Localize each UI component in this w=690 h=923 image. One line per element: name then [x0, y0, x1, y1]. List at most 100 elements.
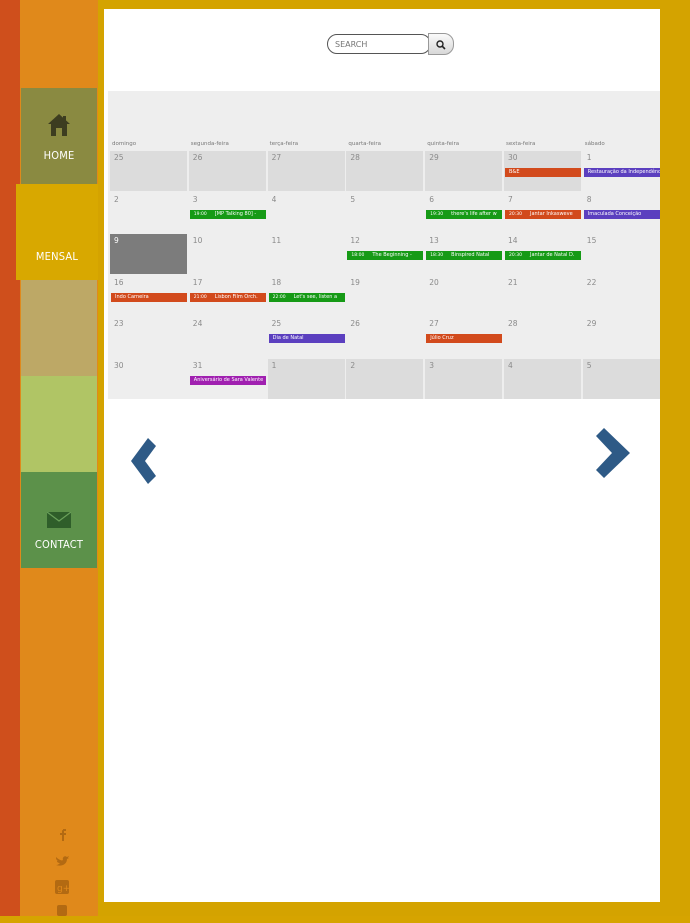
calendar-event[interactable]: Imaculada Conceição	[583, 209, 660, 219]
calendar-day[interactable]: 26	[188, 151, 266, 191]
calendar-event[interactable]: 21:00 Lisbon Film Orch.	[189, 292, 266, 302]
event-title: Júlio Cruz	[430, 335, 454, 341]
arrow-right-icon	[594, 428, 632, 482]
calendar-day[interactable]: 5	[582, 358, 660, 399]
event-time: 18:00	[351, 253, 365, 258]
day-number: 9	[114, 236, 119, 245]
calendar-event[interactable]: Indo Carneira	[111, 292, 187, 302]
calendar-event[interactable]: 20:30 Jantar de Natal D.	[505, 251, 581, 260]
event-time: 19:00	[193, 211, 207, 217]
calendar-event[interactable]: Restauração da Independência	[583, 168, 660, 177]
calendar-day[interactable]: 1	[267, 358, 345, 399]
calendar-day[interactable]: 2	[346, 358, 424, 399]
calendar-event[interactable]: 22:00 Let's see, listen a	[268, 292, 345, 302]
calendar-day[interactable]: 21	[504, 275, 581, 316]
calendar-day[interactable]: 14 20:30 Jantar de Natal D.	[504, 234, 581, 274]
day-number: 13	[429, 236, 439, 245]
day-number: 29	[429, 153, 439, 162]
prev-month-button[interactable]	[128, 438, 166, 488]
weekday-label: segunda-feira	[190, 141, 229, 147]
nav-contact[interactable]: CONTACT	[21, 472, 97, 568]
nav-mensal[interactable]: MENSAL	[16, 184, 98, 280]
event-title: Binspired Natal	[451, 252, 490, 258]
nav-tile-empty[interactable]	[21, 280, 97, 376]
calendar-day[interactable]: 24	[188, 317, 266, 357]
google-plus-icon[interactable]: g+	[54, 879, 70, 895]
weekday-label: quarta-feira	[348, 141, 381, 147]
calendar-day[interactable]: 10	[188, 234, 266, 274]
calendar-event[interactable]: Dia de Natal	[268, 334, 345, 343]
calendar-day[interactable]: 25	[110, 151, 187, 191]
calendar-day[interactable]: 3	[425, 358, 503, 399]
calendar-event[interactable]: 18:30 Binspired Natal	[426, 251, 503, 260]
weekday-label: sábado	[584, 141, 605, 147]
calendar-day[interactable]: 27 Júlio Cruz	[425, 317, 503, 357]
event-time: 19:30	[430, 211, 444, 217]
calendar-event[interactable]: 18:00 The Beginning -	[347, 251, 424, 260]
calendar-day-today[interactable]: 9	[110, 234, 187, 274]
calendar-day[interactable]: 17 21:00 Lisbon Film Orch.	[188, 275, 266, 316]
facebook-icon[interactable]	[54, 826, 70, 842]
calendar-day[interactable]: 25 Dia de Natal	[267, 317, 345, 357]
day-number: 22	[586, 277, 597, 287]
calendar-day[interactable]: 4	[504, 358, 581, 399]
search-button[interactable]	[428, 33, 454, 55]
search-input[interactable]	[327, 34, 431, 54]
calendar-day[interactable]: 23	[110, 317, 187, 357]
content-panel: domingo segunda-feira terça-feira quarta-fe…	[104, 9, 660, 902]
calendar-event[interactable]: Júlio Cruz	[426, 334, 503, 343]
calendar-day[interactable]: 22	[582, 275, 660, 316]
day-number: 30	[114, 360, 124, 370]
calendar-event[interactable]: B&E	[505, 168, 581, 177]
twitter-icon[interactable]	[54, 853, 70, 869]
calendar-day[interactable]: 5	[346, 192, 424, 233]
event-title: Jantar Inkasweve	[529, 210, 573, 217]
search-bar	[327, 33, 454, 55]
event-title: Let's see, listen a	[293, 293, 338, 300]
calendar-day[interactable]: 30 B&E	[504, 151, 581, 191]
nav-mensal-label: MENSAL	[35, 249, 79, 263]
calendar-day[interactable]: 7 20:30 Jantar Inkasweve	[504, 192, 581, 233]
calendar-day[interactable]: 31 Aniversário de Sara Valente	[188, 358, 266, 399]
day-number: 5	[586, 360, 592, 370]
calendar-day[interactable]: 27	[267, 151, 345, 191]
event-title: Restauração da Independência	[587, 169, 660, 175]
calendar-event[interactable]: 20:30 Jantar Inkasweve	[505, 209, 581, 219]
next-month-button[interactable]	[594, 428, 632, 482]
nav-tile-empty[interactable]	[21, 376, 97, 472]
calendar-day[interactable]: 6 19:30 there's life after w	[425, 192, 503, 233]
event-title: Dia de Natal	[272, 335, 304, 341]
event-title: Imaculada Conceição	[587, 210, 642, 217]
calendar-day[interactable]: 1 Restauração da Independência	[582, 151, 660, 191]
calendar-day[interactable]: 26	[346, 317, 424, 357]
day-number: 18	[271, 277, 282, 287]
calendar-day[interactable]: 12 18:00 The Beginning -	[346, 234, 424, 274]
home-icon	[45, 111, 73, 143]
calendar-day[interactable]: 18 22:00 Let's see, listen a	[267, 275, 345, 316]
calendar-day[interactable]: 30	[110, 358, 187, 399]
nav-home[interactable]: HOME	[21, 88, 97, 184]
calendar-event[interactable]: 19:00 [MP Talking 80] -	[189, 209, 266, 219]
calendar-day[interactable]: 16 Indo Carneira	[110, 275, 187, 316]
weekday-label: terça-feira	[269, 141, 299, 147]
calendar-day[interactable]: 3 19:00 [MP Talking 80] -	[188, 192, 266, 233]
calendar-day[interactable]: 4	[267, 192, 345, 233]
calendar-day[interactable]: 29	[425, 151, 503, 191]
day-number: 23	[114, 319, 124, 328]
calendar-event[interactable]: 19:30 there's life after w	[426, 209, 503, 219]
day-number: 16	[114, 277, 124, 287]
calendar-day[interactable]: 28	[504, 317, 581, 357]
calendar-day[interactable]: 15	[582, 234, 660, 274]
day-number: 24	[192, 319, 203, 328]
calendar-day[interactable]: 11	[267, 234, 345, 274]
calendar-day[interactable]: 13 18:30 Binspired Natal	[425, 234, 503, 274]
calendar-event[interactable]: Aniversário de Sara Valente	[189, 375, 266, 385]
youtube-icon[interactable]	[54, 903, 70, 919]
calendar-day[interactable]: 2	[110, 192, 187, 233]
calendar-day[interactable]: 29	[582, 317, 660, 357]
event-title: Lisbon Film Orch.	[214, 293, 258, 300]
calendar-day[interactable]: 8 Imaculada Conceição	[582, 192, 660, 233]
calendar-day[interactable]: 20	[425, 275, 503, 316]
calendar-day[interactable]: 19	[346, 275, 424, 316]
calendar-day[interactable]: 28	[346, 151, 424, 191]
